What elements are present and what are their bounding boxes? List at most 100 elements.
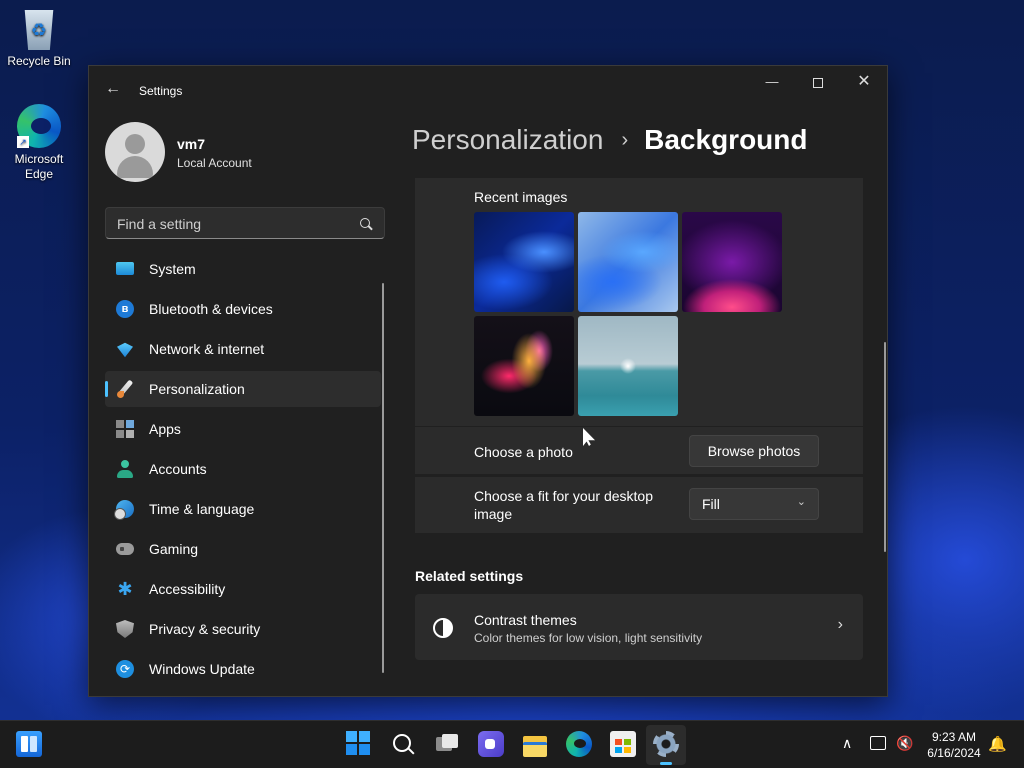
file-explorer-icon[interactable] — [522, 731, 548, 757]
minimize-button[interactable]: — — [749, 66, 795, 98]
recent-image-thumbnail[interactable] — [578, 212, 678, 312]
sidebar-item-label: Windows Update — [149, 661, 255, 677]
accounts-icon — [116, 460, 134, 478]
back-arrow-icon[interactable]: ← — [105, 80, 121, 98]
edge-icon: ↗ — [17, 104, 61, 148]
avatar — [105, 122, 165, 182]
time-language-icon — [114, 500, 134, 520]
search-icon — [360, 218, 370, 228]
fit-dropdown[interactable]: Fill ⌄ — [689, 488, 819, 520]
show-hidden-icons-button[interactable]: ∧ — [842, 735, 852, 768]
sidebar-item-label: Time & language — [149, 501, 255, 517]
sidebar-scrollbar[interactable] — [382, 283, 384, 673]
bluetooth-icon: ʙ — [116, 300, 134, 318]
contrast-icon — [433, 618, 453, 638]
clock-date: 6/16/2024 — [927, 746, 981, 760]
sidebar-item-label: Privacy & security — [149, 621, 261, 637]
paintbrush-icon — [116, 380, 134, 398]
recent-images-label: Recent images — [474, 189, 568, 205]
gamepad-icon — [116, 543, 134, 555]
choose-fit-label: Choose a fit for your desktop image — [474, 488, 653, 522]
settings-window: ← Settings — ✕ vm7 Local Account Find a … — [88, 65, 888, 697]
settings-gear-icon — [653, 731, 679, 757]
apps-icon — [116, 420, 134, 438]
sidebar-item-accessibility[interactable]: ✱ Accessibility — [105, 571, 381, 607]
search-input[interactable]: Find a setting — [105, 207, 385, 239]
title-bar: ← Settings — ✕ — [89, 66, 887, 114]
page-title: Background — [644, 124, 808, 155]
network-icon — [116, 340, 134, 358]
task-view-icon[interactable] — [434, 731, 460, 757]
taskbar: ∧ 🔇 9:23 AM 6/16/2024 🔔 — [0, 720, 1024, 768]
account-type: Local Account — [177, 156, 252, 170]
sidebar-item-label: Network & internet — [149, 341, 265, 357]
breadcrumb-parent[interactable]: Personalization — [412, 124, 603, 155]
sidebar-item-network[interactable]: Network & internet — [105, 331, 381, 367]
desktop-icon-microsoft-edge[interactable]: ↗ Microsoft Edge — [1, 104, 77, 182]
widgets-icon[interactable] — [16, 731, 42, 757]
contrast-themes-link[interactable]: Contrast themes Color themes for low vis… — [415, 594, 863, 660]
edge-icon[interactable] — [566, 731, 592, 757]
breadcrumb: Personalization › Background — [412, 124, 807, 156]
taskbar-search-icon[interactable] — [390, 731, 416, 757]
shield-icon — [116, 620, 134, 638]
maximize-button[interactable] — [795, 66, 841, 98]
contrast-themes-subtitle: Color themes for low vision, light sensi… — [474, 631, 703, 645]
chevron-right-icon: › — [621, 129, 629, 151]
chevron-down-icon: ⌄ — [796, 496, 806, 508]
chevron-right-icon: › — [837, 616, 843, 633]
network-status-icon[interactable] — [870, 736, 886, 750]
sidebar-item-personalization[interactable]: Personalization — [105, 371, 381, 407]
chat-icon[interactable] — [478, 731, 504, 757]
sidebar-item-label: Accounts — [149, 461, 207, 477]
sidebar-item-time-language[interactable]: Time & language — [105, 491, 381, 527]
maximize-icon — [813, 77, 823, 88]
recent-image-thumbnail[interactable] — [474, 316, 574, 416]
sidebar-item-label: Gaming — [149, 541, 199, 557]
recycle-bin-icon — [24, 10, 54, 50]
notification-icon[interactable]: 🔔 — [988, 735, 1007, 768]
clock-time: 9:23 AM — [931, 730, 977, 744]
sidebar-item-accounts[interactable]: Accounts — [105, 451, 381, 487]
accessibility-icon: ✱ — [117, 579, 133, 599]
desktop-icon-recycle-bin[interactable]: Recycle Bin — [1, 8, 77, 68]
related-settings-heading: Related settings — [415, 568, 524, 584]
clock[interactable]: 9:23 AM 6/16/2024 — [920, 729, 988, 768]
close-button[interactable]: ✕ — [841, 66, 887, 98]
desktop-icon-label: Recycle Bin — [7, 54, 71, 68]
recent-images-card: Recent images — [415, 178, 863, 426]
recent-image-thumbnail[interactable] — [474, 212, 574, 312]
choose-photo-label: Choose a photo — [474, 444, 573, 460]
sidebar-item-gaming[interactable]: Gaming — [105, 531, 381, 567]
sidebar-item-bluetooth[interactable]: ʙ Bluetooth & devices — [105, 291, 381, 327]
sidebar-item-apps[interactable]: Apps — [105, 411, 381, 447]
recent-image-thumbnail[interactable] — [578, 316, 678, 416]
sidebar-item-label: Apps — [149, 421, 181, 437]
update-icon: ⟳ — [116, 660, 134, 678]
desktop-icon-label: Microsoft Edge — [14, 152, 64, 181]
sidebar-item-windows-update[interactable]: ⟳ Windows Update — [105, 651, 381, 687]
sidebar-item-system[interactable]: System — [105, 251, 381, 287]
start-button[interactable] — [346, 731, 372, 757]
sidebar-item-privacy-security[interactable]: Privacy & security — [105, 611, 381, 647]
sidebar-item-label: Personalization — [149, 381, 245, 397]
recent-image-thumbnail[interactable] — [682, 212, 782, 312]
sidebar-item-label: Accessibility — [149, 581, 226, 597]
contrast-themes-title: Contrast themes — [474, 612, 577, 628]
shortcut-arrow-icon: ↗ — [17, 136, 29, 148]
taskbar-settings-app[interactable] — [646, 725, 686, 765]
choose-fit-row: Choose a fit for your desktop image Fill… — [415, 477, 863, 533]
search-placeholder: Find a setting — [117, 216, 202, 232]
content-scrollbar[interactable] — [884, 342, 886, 552]
system-icon — [116, 262, 134, 275]
sidebar-item-label: System — [149, 261, 196, 277]
window-title: Settings — [139, 84, 183, 98]
sidebar-nav: System ʙ Bluetooth & devices Network & i… — [105, 251, 381, 691]
fit-dropdown-value: Fill — [702, 496, 720, 512]
browse-photos-button[interactable]: Browse photos — [689, 435, 819, 467]
sidebar-item-label: Bluetooth & devices — [149, 301, 273, 317]
store-icon[interactable] — [610, 731, 636, 757]
user-name: vm7 — [177, 136, 206, 152]
volume-muted-icon[interactable]: 🔇 — [896, 735, 913, 768]
choose-photo-row: Choose a photo Browse photos — [415, 427, 863, 474]
